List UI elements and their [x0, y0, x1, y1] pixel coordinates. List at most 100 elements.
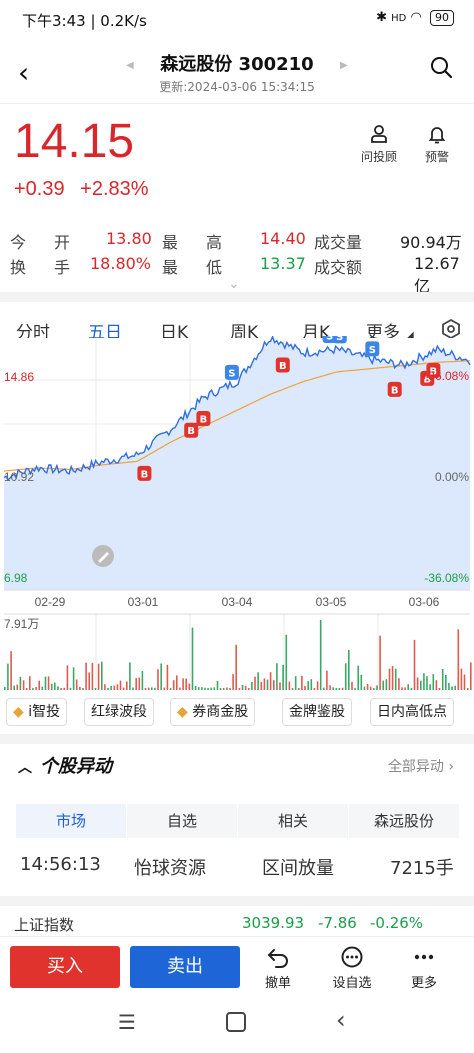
change-percent: +2.83%	[80, 178, 149, 200]
pill-intraday-hilo[interactable]: 日内高低点	[370, 698, 454, 726]
diamond-icon: ◆	[13, 704, 24, 720]
alert-button[interactable]: 预警	[412, 124, 462, 165]
volume-bar	[466, 688, 469, 690]
menu-icon[interactable]: ☰	[118, 1010, 136, 1034]
update-time: 更新:2024-03-06 15:34:15	[159, 80, 315, 94]
segment-market[interactable]: 市场	[16, 804, 126, 838]
volume-bar	[251, 681, 253, 690]
next-stock-icon[interactable]: ▶	[340, 60, 348, 71]
buy-signal-marker[interactable]: B	[387, 381, 402, 397]
volume-bar	[379, 635, 381, 690]
ellipsis-icon	[414, 954, 434, 960]
abnormal-section-title[interactable]: ︿ 个股异动	[18, 752, 112, 778]
volume-bar	[35, 687, 37, 690]
index-change-pct: -0.26%	[370, 914, 424, 932]
volume-bar	[273, 680, 275, 690]
volume-bar	[204, 687, 206, 690]
abnormal-stock-name[interactable]: 怡球资源	[134, 854, 206, 880]
volume-bar	[22, 680, 25, 690]
volume-bar	[257, 672, 259, 690]
segment-watchlist[interactable]: 自选	[127, 804, 237, 838]
sell-signal-marker[interactable]: S	[224, 364, 239, 380]
abnormal-title-text: 个股异动	[40, 756, 112, 777]
sell-button[interactable]: 卖出	[130, 946, 240, 988]
y-right-mid: 0.00%	[435, 470, 469, 484]
volume-bar	[25, 688, 28, 690]
volume-bar	[329, 685, 331, 690]
more-button[interactable]: 更多	[394, 946, 454, 991]
volume-bar	[438, 688, 441, 690]
volume-bar	[119, 680, 122, 690]
turnover-label: 换 手	[10, 258, 77, 277]
volume-bar	[41, 686, 44, 690]
add-watchlist-button[interactable]: 设自选	[322, 946, 382, 991]
volume-bar	[445, 675, 447, 690]
pill-gold-stock-eval[interactable]: 金牌鉴股	[282, 698, 352, 726]
volume-bar	[38, 680, 40, 690]
volume-bar	[423, 673, 425, 690]
volume-bar	[360, 674, 363, 690]
buy-signal-marker[interactable]: B	[184, 422, 199, 438]
volume-bar	[82, 688, 84, 690]
buy-signal-marker[interactable]: B	[275, 357, 290, 373]
segment-related[interactable]: 相关	[238, 804, 348, 838]
svg-text:B: B	[279, 361, 287, 372]
volume-bar	[210, 687, 212, 690]
all-abnormal-link[interactable]: 全部异动 ›	[388, 756, 454, 776]
volume-bar	[179, 687, 181, 690]
home-icon[interactable]	[226, 1012, 246, 1032]
volume-bar	[172, 680, 175, 690]
volume-bar	[410, 688, 413, 690]
pill-broker-stocks[interactable]: ◆ 券商金股	[170, 698, 256, 726]
chevron-right-icon: ›	[448, 759, 454, 775]
current-price: 14.15	[14, 115, 135, 168]
volume-bar	[13, 685, 15, 690]
volume-bar	[169, 687, 172, 690]
undo-icon	[267, 949, 288, 968]
buy-signal-marker[interactable]: B	[196, 410, 211, 426]
volume-bar	[147, 687, 150, 690]
volume-bar	[182, 678, 184, 690]
volume-value: 90.94万	[400, 233, 462, 252]
volume-bar	[19, 676, 22, 690]
more-circle-icon	[341, 946, 363, 968]
draw-tool-icon[interactable]	[92, 545, 114, 567]
segment-stock[interactable]: 森远股份	[349, 804, 459, 838]
pill-red-green-band[interactable]: 红绿波段	[84, 698, 154, 726]
back-nav-icon[interactable]: ‹	[336, 1006, 346, 1034]
volume-bar	[50, 683, 53, 690]
volume-bar	[194, 686, 197, 690]
five-day-chart[interactable]: BBBSBS SSBBB 14.86 10.92 6.98 +36.08% 0.0…	[0, 336, 474, 690]
alert-label: 预警	[424, 150, 449, 164]
signal-icon: HD	[391, 13, 407, 24]
cancel-order-button[interactable]: 撤单	[248, 946, 308, 991]
sell-signal-marker[interactable]: S	[332, 336, 347, 344]
volume-bar	[266, 679, 269, 690]
wifi-icon: ◠	[410, 10, 422, 25]
volume-bar	[385, 679, 388, 690]
index-name[interactable]: 上证指数	[14, 914, 74, 935]
pill-label: 红绿波段	[91, 704, 147, 720]
volume-bar	[154, 687, 156, 690]
more-label: 更多	[410, 976, 437, 991]
volume-bar	[448, 682, 450, 690]
page-title: 森远股份 300210	[160, 54, 314, 75]
abnormal-amount: 7215手	[390, 858, 454, 879]
volume-bar	[332, 687, 334, 690]
volume-bar	[7, 663, 9, 690]
sell-signal-marker[interactable]: S	[365, 341, 380, 357]
volume-bar	[429, 684, 431, 690]
buy-signal-marker[interactable]: B	[137, 465, 152, 481]
volume-bar	[335, 688, 338, 690]
search-icon[interactable]	[430, 56, 452, 78]
volume-bar	[79, 686, 81, 690]
ask-advisor-button[interactable]: 问投顾	[354, 124, 404, 165]
advisor-icon	[371, 125, 387, 143]
volume-bar	[416, 677, 419, 690]
volume-bar	[176, 675, 178, 690]
volume-bar	[388, 668, 391, 690]
volume-bar	[457, 629, 460, 690]
expand-chevron-icon[interactable]: ⌄	[228, 276, 240, 292]
buy-button[interactable]: 买入	[10, 946, 120, 988]
pill-i-zhitou[interactable]: ◆ i智投	[6, 698, 68, 726]
